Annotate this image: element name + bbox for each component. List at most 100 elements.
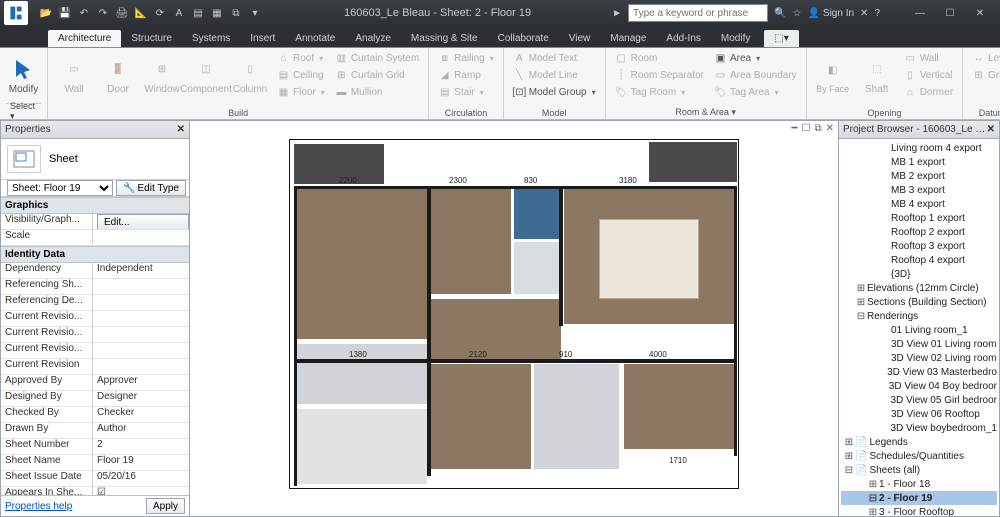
prop-row[interactable]: Appears In She...☑	[1, 487, 189, 495]
curtain-system-button[interactable]: ▥Curtain System	[332, 50, 422, 67]
model-group-button[interactable]: [⊡]Model Group▾	[510, 84, 599, 101]
prop-row[interactable]: Current Revisio...	[1, 311, 189, 327]
properties-grid[interactable]: GraphicsVisibility/Graph...Edit...ScaleI…	[1, 197, 189, 495]
qat-close-hidden-icon[interactable]: ▦	[209, 5, 225, 21]
select-dropdown[interactable]: Select ▾	[6, 103, 41, 118]
tree-toggle-icon[interactable]: ⊞	[867, 507, 879, 517]
prop-row[interactable]: DependencyIndependent	[1, 263, 189, 279]
tree-item[interactable]: ⊞Elevations (12mm Circle)	[841, 281, 997, 295]
level-button[interactable]: ↔Level	[969, 50, 1000, 67]
search-icon[interactable]: 🔍	[774, 8, 786, 19]
tab-analyze[interactable]: Analyze	[345, 30, 401, 47]
tree-item[interactable]: Rooftop 4 export	[841, 253, 997, 267]
model-line-button[interactable]: ╲Model Line	[510, 67, 599, 84]
viewport-max-icon[interactable]: ⧉	[814, 123, 821, 134]
sheet-type-icon[interactable]	[7, 145, 41, 173]
tree-item[interactable]: {3D}	[841, 267, 997, 281]
tree-item[interactable]: MB 4 export	[841, 197, 997, 211]
tree-toggle-icon[interactable]: ⊟	[867, 493, 879, 504]
tab-view[interactable]: View	[559, 30, 601, 47]
tree-toggle-icon[interactable]: ⊞	[855, 297, 867, 308]
component-button[interactable]: ◫Component	[186, 50, 226, 102]
by-face-button[interactable]: ◧By Face	[813, 50, 853, 102]
tree-toggle-icon[interactable]: ⊞	[867, 479, 879, 490]
exchange-icon[interactable]: ✕	[860, 8, 868, 19]
tab-manage[interactable]: Manage	[600, 30, 656, 47]
viewport-home-icon[interactable]: ━	[791, 123, 797, 134]
prop-row[interactable]: Approved ByApprover	[1, 375, 189, 391]
tab-modify[interactable]: Modify	[711, 30, 760, 47]
viewport-cascade-icon[interactable]: ☐	[802, 123, 811, 134]
ceiling-button[interactable]: ▤Ceiling	[274, 67, 328, 84]
tree-toggle-icon[interactable]: ⊞	[855, 283, 867, 294]
project-browser-close-button[interactable]: ✕	[987, 124, 995, 135]
minimize-button[interactable]: ―	[906, 4, 934, 22]
prop-row[interactable]: Current Revision	[1, 359, 189, 375]
railing-button[interactable]: ⧈Railing▾	[435, 50, 497, 67]
prop-row[interactable]: Referencing De...	[1, 295, 189, 311]
tree-item[interactable]: MB 2 export	[841, 169, 997, 183]
tree-item[interactable]: 3D View 01 Living room	[841, 337, 997, 351]
tree-toggle-icon[interactable]: ⊟	[843, 465, 855, 476]
tree-item[interactable]: MB 3 export	[841, 183, 997, 197]
tree-item[interactable]: 01 Living room_1	[841, 323, 997, 337]
tab-systems[interactable]: Systems	[182, 30, 240, 47]
model-text-button[interactable]: AModel Text	[510, 50, 599, 67]
tab-structure[interactable]: Structure	[121, 30, 182, 47]
qat-switch-icon[interactable]: ⧉	[228, 5, 244, 21]
close-button[interactable]: ✕	[966, 4, 994, 22]
project-tree[interactable]: Living room 4 exportMB 1 exportMB 2 expo…	[839, 139, 999, 516]
tree-item[interactable]: ⊟Renderings	[841, 309, 997, 323]
tree-toggle-icon[interactable]: ⊞	[843, 451, 855, 462]
prop-edit-button[interactable]: Edit...	[97, 214, 189, 229]
tree-item[interactable]: 3D View 05 Girl bedroor	[841, 393, 997, 407]
floor-button[interactable]: ▦Floor▾	[274, 84, 328, 101]
room-button[interactable]: ▢Room	[612, 50, 707, 67]
prop-row[interactable]: Sheet Issue Date05/20/16	[1, 471, 189, 487]
area-boundary-button[interactable]: ▭Area Boundary	[711, 67, 800, 84]
qat-dropdown-icon[interactable]: ▾	[247, 5, 263, 21]
prop-row[interactable]: Scale	[1, 230, 189, 246]
tree-item[interactable]: Rooftop 3 export	[841, 239, 997, 253]
door-button[interactable]: 🚪Door	[98, 50, 138, 102]
tree-item[interactable]: MB 1 export	[841, 155, 997, 169]
tree-item[interactable]: Rooftop 1 export	[841, 211, 997, 225]
tree-item[interactable]: 3D View boybedroom_1	[841, 421, 997, 435]
search-input[interactable]	[628, 4, 768, 22]
tab-massing[interactable]: Massing & Site	[401, 30, 488, 47]
qat-sync-icon[interactable]: ⟳	[152, 5, 168, 21]
tree-item[interactable]: 3D View 03 Masterbedro	[841, 365, 997, 379]
roof-button[interactable]: ⌂Roof▾	[274, 50, 328, 67]
tag-room-button[interactable]: 🏷Tag Room▾	[612, 84, 707, 101]
tab-collaborate[interactable]: Collaborate	[488, 30, 559, 47]
tree-item[interactable]: ⊟2 - Floor 19	[841, 491, 997, 505]
instance-selector[interactable]: Sheet: Floor 19	[7, 180, 113, 196]
curtain-grid-button[interactable]: ⊞Curtain Grid	[332, 67, 422, 84]
tree-item[interactable]: 3D View 06 Rooftop	[841, 407, 997, 421]
tree-item[interactable]: 3D View 04 Boy bedroor	[841, 379, 997, 393]
qat-open-icon[interactable]: 📂	[38, 5, 54, 21]
viewport-close-icon[interactable]: ✕	[826, 123, 834, 134]
tree-item[interactable]: 3D View 02 Living room	[841, 351, 997, 365]
apply-button[interactable]: Apply	[146, 498, 185, 514]
maximize-button[interactable]: ☐	[936, 4, 964, 22]
tree-item[interactable]: Rooftop 2 export	[841, 225, 997, 239]
modify-button[interactable]: Modify	[6, 50, 41, 102]
app-menu-button[interactable]	[4, 1, 28, 25]
prop-row[interactable]: Sheet Number2	[1, 439, 189, 455]
prop-row[interactable]: Visibility/Graph...Edit...	[1, 214, 189, 230]
tab-addins[interactable]: Add-Ins	[656, 30, 710, 47]
prop-row[interactable]: Drawn ByAuthor	[1, 423, 189, 439]
search-btn-icon[interactable]: ►	[612, 8, 622, 19]
qat-measure-icon[interactable]: 📐	[133, 5, 149, 21]
wall-button[interactable]: ▭Wall	[54, 50, 94, 102]
opening-dormer-button[interactable]: ⌂Dormer	[901, 84, 956, 101]
prop-row[interactable]: Checked ByChecker	[1, 407, 189, 423]
tree-item[interactable]: ⊞Sections (Building Section)	[841, 295, 997, 309]
qat-undo-icon[interactable]: ↶	[76, 5, 92, 21]
prop-row[interactable]: Current Revisio...	[1, 343, 189, 359]
grid-button[interactable]: ⊞Grid	[969, 67, 1000, 84]
ramp-button[interactable]: ◢Ramp	[435, 67, 497, 84]
opening-wall-button[interactable]: ▭Wall	[901, 50, 956, 67]
stair-button[interactable]: ▤Stair▾	[435, 84, 497, 101]
